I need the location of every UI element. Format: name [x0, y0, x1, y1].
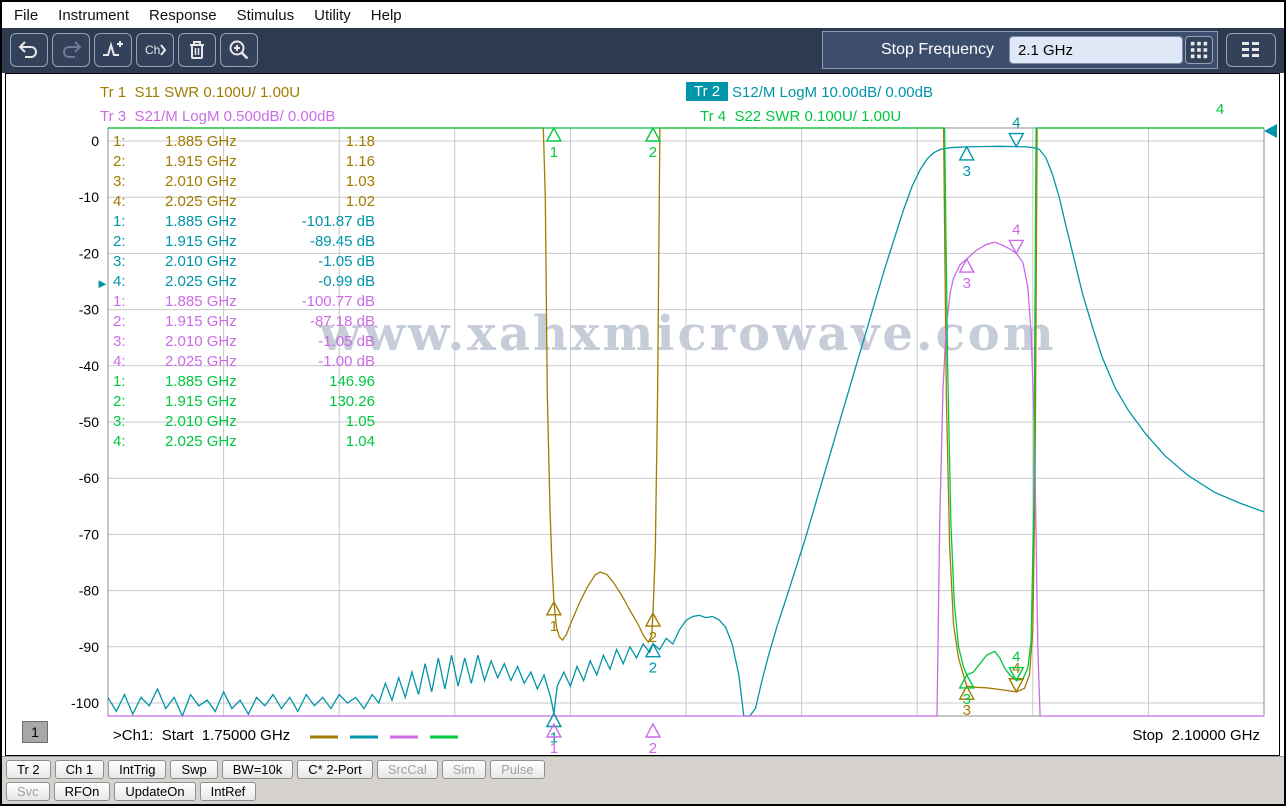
chart-panel — [5, 73, 1280, 756]
legend-tr2-active-box[interactable]: Tr 2 — [686, 82, 728, 101]
stop-frequency-input[interactable] — [1009, 36, 1183, 64]
menu-item-stimulus[interactable]: Stimulus — [237, 7, 295, 24]
delete-button[interactable] — [178, 33, 216, 67]
legend-tr3[interactable]: Tr 3 S21/M LogM 0.500dB/ 0.00dB — [100, 108, 335, 125]
menu-item-response[interactable]: Response — [149, 7, 217, 24]
status-button-bw-10k[interactable]: BW=10k — [222, 760, 294, 779]
menu-item-file[interactable]: File — [14, 7, 38, 24]
keypad-button[interactable] — [1185, 36, 1213, 64]
status-button-srccal: SrcCal — [377, 760, 438, 779]
menu-item-help[interactable]: Help — [371, 7, 402, 24]
redo-button[interactable] — [52, 33, 90, 67]
undo-icon — [17, 38, 41, 62]
status-button-pulse: Pulse — [490, 760, 545, 779]
vna-application-window: File Instrument Response Stimulus Utility Hel… — [0, 0, 1286, 806]
svg-text:Ch: Ch — [145, 43, 160, 57]
active-marker-indicator: ► — [96, 276, 109, 291]
status-button-intref[interactable]: IntRef — [200, 782, 257, 801]
display-layout-button[interactable] — [1226, 33, 1276, 67]
status-row-1: Tr 2Ch 1IntTrigSwp BW=10kC* 2-Port SrcCalS… — [6, 760, 545, 779]
undo-button[interactable] — [10, 33, 48, 67]
status-button-swp[interactable]: Swp — [170, 760, 217, 779]
channel-icon: Ch — [143, 38, 167, 62]
menu-bar: File Instrument Response Stimulus Utility Hel… — [2, 2, 1284, 28]
stop-frequency-panel: Stop Frequency — [822, 31, 1218, 69]
zoom-in-icon — [227, 38, 251, 62]
legend-tr2[interactable]: S12/M LogM 10.00dB/ 0.00dB — [732, 84, 933, 101]
status-button-ch-1[interactable]: Ch 1 — [55, 760, 104, 779]
status-bar: Tr 2Ch 1IntTrigSwpBW=10kC* 2-PortSrcCalS… — [2, 756, 1284, 804]
sweep-stop-label: Stop 2.10000 GHz — [1132, 727, 1260, 744]
legend-tr1[interactable]: Tr 1 S11 SWR 0.100U/ 1.00U — [100, 84, 300, 101]
status-button-updateon[interactable]: UpdateOn — [114, 782, 195, 801]
status-button-c-2-port[interactable]: C* 2-Port — [297, 760, 372, 779]
status-button-svc: Svc — [6, 782, 50, 801]
sweep-start-label: >Ch1: Start 1.75000 GHz — [113, 727, 290, 744]
menu-item-instrument[interactable]: Instrument — [58, 7, 129, 24]
status-button-sim: Sim — [442, 760, 486, 779]
status-button-inttrig[interactable]: IntTrig — [108, 760, 166, 779]
add-marker-button[interactable] — [94, 33, 132, 67]
display-layout-icon — [1239, 38, 1263, 62]
stop-frequency-label: Stop Frequency — [881, 41, 994, 59]
redo-icon — [59, 38, 83, 62]
waveform-plus-icon — [101, 38, 125, 62]
menu-item-utility[interactable]: Utility — [314, 7, 351, 24]
channel-button[interactable]: Ch — [136, 33, 174, 67]
status-row-2: SvcRFOnUpdateOn IntRef — [6, 782, 256, 801]
watermark: www.xahxmicrowave.com — [110, 306, 1266, 362]
keypad-icon — [1189, 40, 1209, 60]
status-button-tr-2[interactable]: Tr 2 — [6, 760, 51, 779]
zoom-button[interactable] — [220, 33, 258, 67]
status-button-rfon[interactable]: RFOn — [54, 782, 111, 801]
trash-icon — [185, 38, 209, 62]
legend-tr4[interactable]: Tr 4 S22 SWR 0.100U/ 1.00U — [700, 108, 901, 125]
toolbar: Ch Stop Frequency — [2, 28, 1284, 73]
channel-badge[interactable]: 1 — [22, 721, 48, 743]
